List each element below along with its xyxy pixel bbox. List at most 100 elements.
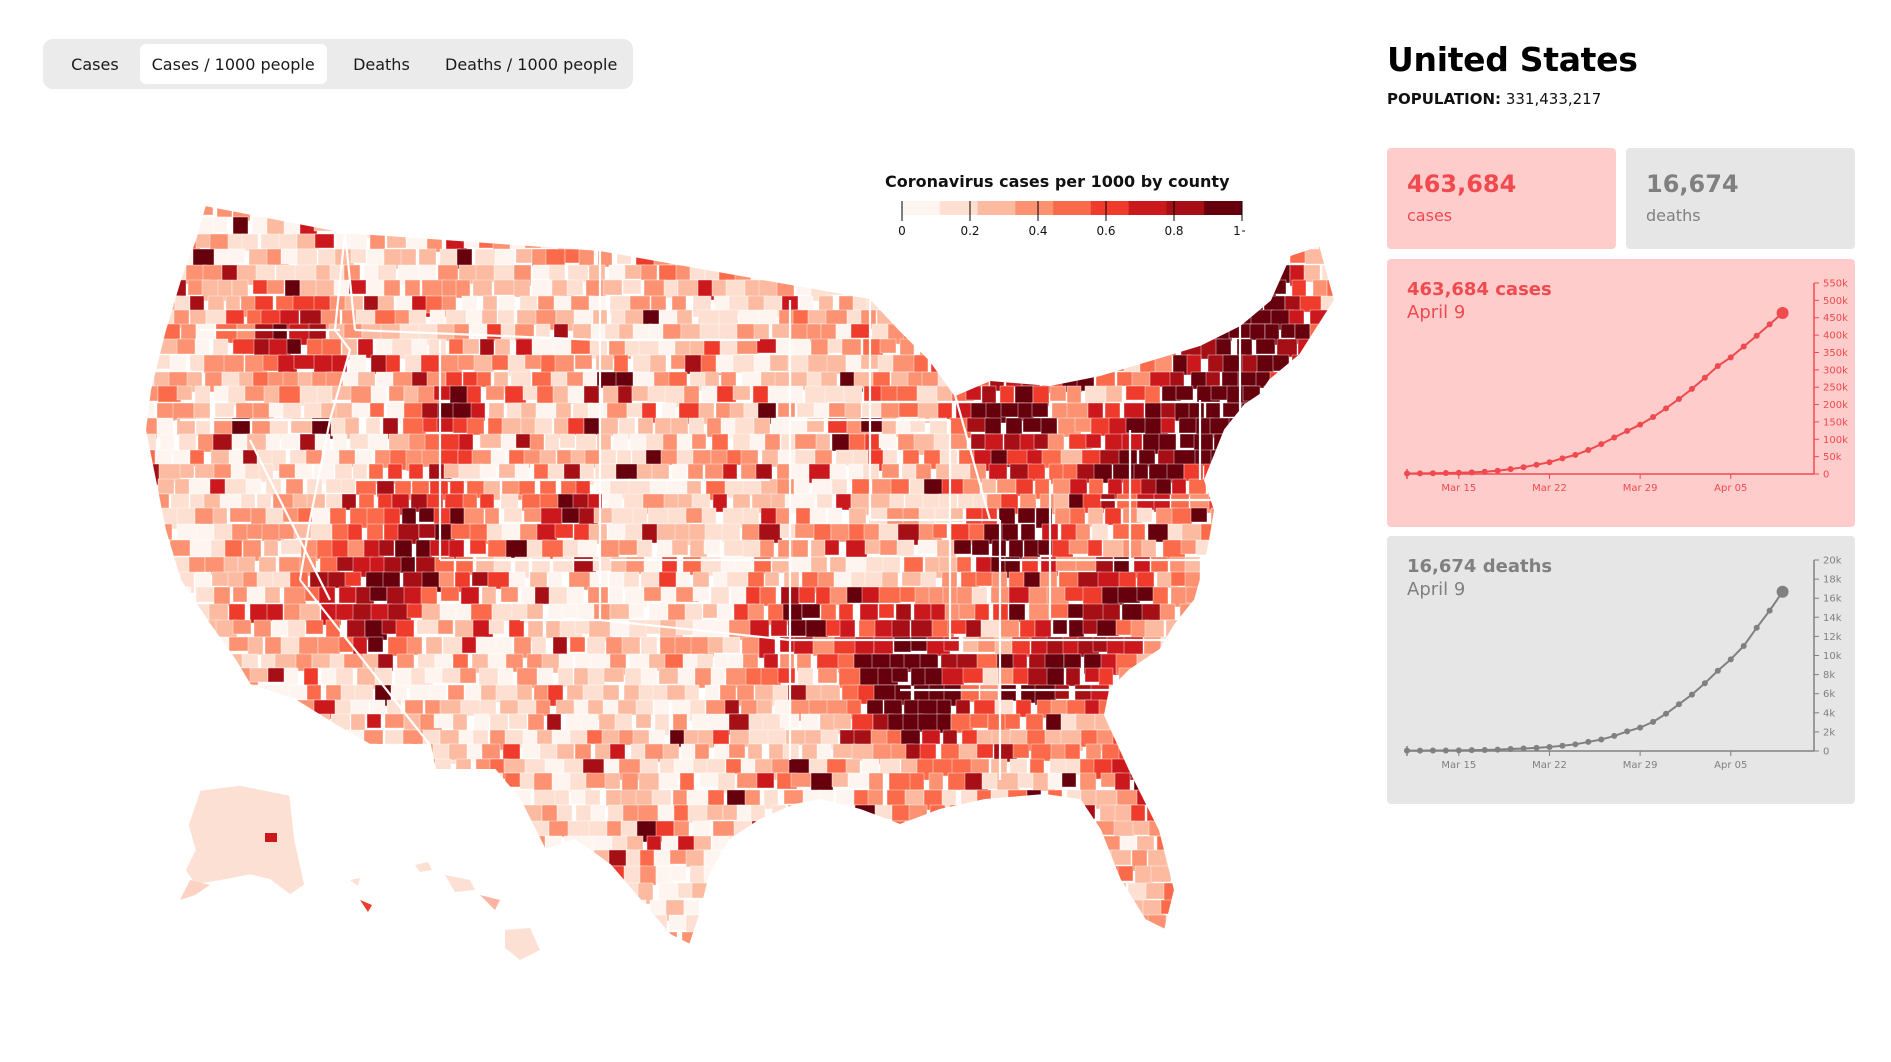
- cases-chart-data-point[interactable]: [1442, 469, 1449, 476]
- cases-chart-x-tick-label: Apr 05: [1714, 483, 1747, 494]
- deaths-chart-data-point[interactable]: [1468, 747, 1475, 754]
- deaths-chart-data-point[interactable]: [1429, 747, 1436, 754]
- deaths-chart-y-tick-label: 2k: [1823, 727, 1835, 738]
- legend-scale: 0 0.2 0.4 0.6 0.8 1+: [898, 201, 1251, 238]
- cases-chart-data-point[interactable]: [1559, 455, 1566, 462]
- deaths-chart-y-tick-label: 12k: [1823, 632, 1842, 643]
- deaths-chart-data-point[interactable]: [1559, 742, 1566, 749]
- legend-tick-label: 0.8: [1164, 224, 1183, 236]
- cases-chart-data-point[interactable]: [1650, 414, 1657, 421]
- deaths-chart-title: 16,674 deaths: [1407, 556, 1553, 577]
- cases-chart-data-point[interactable]: [1468, 469, 1475, 476]
- cases-chart-data-point[interactable]: [1624, 427, 1631, 434]
- cases-chart-data-point[interactable]: [1766, 321, 1773, 328]
- deaths-chart-y-tick-label: 20k: [1823, 556, 1842, 567]
- deaths-chart-data-point[interactable]: [1507, 745, 1514, 752]
- alaska-shape[interactable]: [184, 784, 306, 896]
- deaths-chart-data-point[interactable]: [1766, 607, 1773, 614]
- deaths-chart-data-point[interactable]: [1455, 747, 1462, 754]
- cases-chart-data-point[interactable]: [1520, 464, 1527, 471]
- deaths-chart-data-point[interactable]: [1714, 667, 1721, 674]
- deaths-chart-x-tick-label: Apr 05: [1714, 760, 1747, 771]
- deaths-chart-data-point[interactable]: [1701, 680, 1708, 687]
- cases-chart-data-point[interactable]: [1429, 470, 1436, 477]
- deaths-chart-data-point[interactable]: [1494, 746, 1501, 753]
- cases-chart-data-point[interactable]: [1740, 343, 1747, 350]
- deaths-chart-y-tick-label: 4k: [1823, 708, 1835, 719]
- cases-chart-data-point[interactable]: [1598, 441, 1605, 448]
- deaths-label: deaths: [1646, 206, 1701, 225]
- deaths-chart-data-point[interactable]: [1727, 656, 1734, 663]
- cases-chart-data-point[interactable]: [1776, 306, 1789, 319]
- cases-chart-y-tick-label: 500k: [1823, 296, 1848, 307]
- county-cells: [145, 205, 1335, 945]
- hawaii-shape[interactable]: [350, 862, 540, 960]
- cases-chart-data-point[interactable]: [1546, 459, 1553, 466]
- cases-chart-data-point[interactable]: [1675, 395, 1682, 402]
- cases-chart-data-point[interactable]: [1455, 469, 1462, 476]
- cases-chart-data-point[interactable]: [1727, 354, 1734, 361]
- cases-chart-data-point[interactable]: [1611, 434, 1618, 441]
- population-value: 331,433,217: [1505, 90, 1602, 108]
- deaths-chart-data-point[interactable]: [1533, 744, 1540, 751]
- cases-chart-data-point[interactable]: [1494, 467, 1501, 474]
- deaths-chart-data-point[interactable]: [1776, 585, 1789, 598]
- alaska-hotspot: [265, 833, 277, 842]
- deaths-chart-data-point[interactable]: [1663, 710, 1670, 717]
- map-legend: Coronavirus cases per 1000 by county 0 0.…: [885, 172, 1251, 240]
- legend-tick-label: 0.2: [960, 224, 979, 236]
- cases-summary-card[interactable]: 463,684 cases: [1387, 148, 1616, 249]
- cases-chart-data-point[interactable]: [1701, 374, 1708, 381]
- deaths-chart-data-point[interactable]: [1637, 724, 1644, 731]
- deaths-chart-data-point[interactable]: [1546, 743, 1553, 750]
- population-line: POPULATION: 331,433,217: [1387, 90, 1601, 108]
- deaths-chart-data-point[interactable]: [1520, 745, 1527, 752]
- cases-chart-y-tick-label: 450k: [1823, 313, 1848, 324]
- deaths-chart-data-point[interactable]: [1481, 746, 1488, 753]
- cases-chart-data-point[interactable]: [1637, 421, 1644, 428]
- region-title: United States: [1387, 40, 1638, 79]
- us-county-map: Coronavirus cases per 1000 by county 0 0.…: [0, 0, 1360, 1062]
- cases-chart-data-point[interactable]: [1533, 461, 1540, 468]
- deaths-chart-data-point[interactable]: [1572, 741, 1579, 748]
- deaths-chart-y-tick-label: 14k: [1823, 613, 1842, 624]
- cases-chart-y-tick-label: 250k: [1823, 383, 1848, 394]
- cases-chart-data-point[interactable]: [1481, 468, 1488, 475]
- deaths-chart-data-point[interactable]: [1442, 747, 1449, 754]
- deaths-chart-data-point[interactable]: [1404, 747, 1410, 754]
- deaths-total: 16,674: [1646, 170, 1739, 198]
- cases-chart-data-point[interactable]: [1416, 470, 1423, 477]
- deaths-chart-y-tick-label: 16k: [1823, 594, 1842, 605]
- deaths-chart-data-point[interactable]: [1688, 691, 1695, 698]
- deaths-chart-y-tick-label: 10k: [1823, 651, 1842, 662]
- cases-chart-series-line: [1406, 312, 1784, 475]
- legend-tick-label: 0.6: [1096, 224, 1115, 236]
- deaths-chart-data-point[interactable]: [1611, 732, 1618, 739]
- population-label: POPULATION:: [1387, 90, 1502, 108]
- legend-tick-label: 1+: [1233, 224, 1245, 236]
- deaths-chart-data-point[interactable]: [1650, 718, 1657, 725]
- deaths-chart-data-point[interactable]: [1624, 728, 1631, 735]
- cases-chart-y-tick-label: 300k: [1823, 365, 1848, 376]
- cases-chart-x-tick-label: Mar 15: [1441, 483, 1476, 494]
- cases-chart-data-point[interactable]: [1663, 405, 1670, 412]
- deaths-summary-card[interactable]: 16,674 deaths: [1626, 148, 1855, 249]
- cases-chart-y-tick-label: 200k: [1823, 400, 1848, 411]
- cases-chart-data-point[interactable]: [1688, 385, 1695, 392]
- cases-chart-data-point[interactable]: [1753, 332, 1760, 339]
- deaths-chart-data-point[interactable]: [1416, 747, 1423, 754]
- cases-chart-y-tick-label: 550k: [1823, 279, 1848, 290]
- cases-chart-data-point[interactable]: [1585, 447, 1592, 454]
- deaths-chart-data-point[interactable]: [1753, 624, 1760, 631]
- deaths-chart-data-point[interactable]: [1598, 736, 1605, 743]
- deaths-chart-data-point[interactable]: [1740, 642, 1747, 649]
- cases-chart-data-point[interactable]: [1714, 362, 1721, 369]
- cases-chart-data-point[interactable]: [1507, 466, 1514, 473]
- deaths-chart-data-point[interactable]: [1585, 738, 1592, 745]
- choropleth-map[interactable]: [0, 0, 1360, 1062]
- deaths-chart-y-tick-label: 8k: [1823, 670, 1835, 681]
- cases-chart-data-point[interactable]: [1404, 470, 1410, 477]
- deaths-chart-series-line: [1406, 591, 1784, 752]
- deaths-chart-data-point[interactable]: [1675, 701, 1682, 708]
- cases-chart-data-point[interactable]: [1572, 451, 1579, 458]
